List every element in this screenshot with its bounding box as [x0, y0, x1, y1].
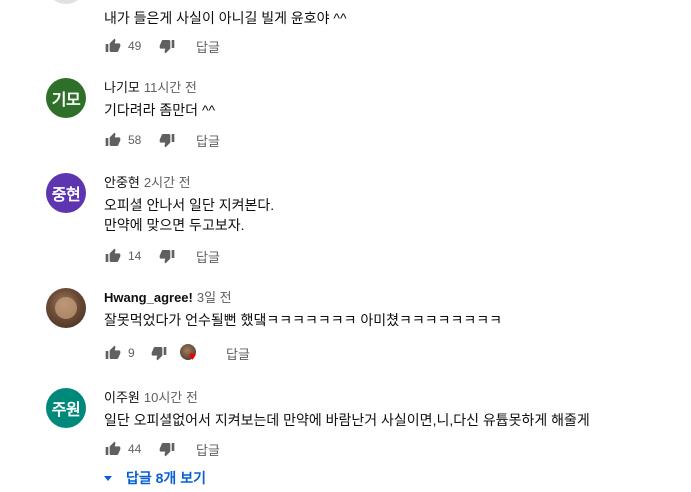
- like-count: 44: [128, 442, 142, 456]
- thumbs-down-icon: [159, 134, 175, 148]
- dislike-button[interactable]: [158, 247, 176, 265]
- comment-header: 안중현 2시간 전: [104, 175, 191, 191]
- author-name[interactable]: 안중현: [104, 175, 140, 190]
- comment-text: 내가 들은게 사실이 아니길 빌게 윤호야 ^^: [104, 10, 347, 26]
- comment-header: 이주원 10시간 전: [104, 390, 198, 406]
- comment-text: 기다려라 좀만더 ^^: [104, 102, 216, 118]
- avatar[interactable]: 중현: [46, 173, 86, 213]
- author-name[interactable]: 나기모: [104, 80, 140, 95]
- author-name[interactable]: Hwang_agree!: [104, 290, 193, 305]
- like-button[interactable]: [104, 440, 122, 458]
- avatar-initials: 중현: [51, 187, 81, 204]
- thumbs-up-icon: [105, 441, 121, 455]
- thumbs-up-icon: [105, 38, 121, 52]
- comment-actions: 14 답글: [104, 246, 220, 266]
- comment-text: 일단 오피셜없어서 지켜보는데 만약에 바람난거 사실이면,니,다신 유튭못하게…: [104, 412, 590, 428]
- like-count: 14: [128, 249, 142, 263]
- thumbs-up-icon: [105, 345, 121, 359]
- thumbs-down-icon: [159, 40, 175, 54]
- avatar-photo: [55, 297, 77, 319]
- timestamp[interactable]: 11시간 전: [144, 80, 197, 95]
- avatar[interactable]: 주원: [46, 388, 86, 428]
- comment-actions: 9 ♥ 답글: [104, 343, 250, 363]
- avatar-initials: 기모: [51, 92, 81, 109]
- avatar[interactable]: 기모: [46, 78, 86, 118]
- timestamp[interactable]: 10시간 전: [144, 390, 198, 405]
- thumbs-up-icon: [105, 248, 121, 262]
- dislike-button[interactable]: [158, 37, 176, 55]
- comment-header: 나기모 11시간 전: [104, 80, 197, 96]
- dislike-button[interactable]: [158, 131, 176, 149]
- like-count: 49: [128, 39, 142, 53]
- timestamp[interactable]: 2시간 전: [144, 175, 191, 190]
- reply-button[interactable]: 답글: [196, 440, 220, 459]
- like-count: 9: [128, 346, 135, 360]
- like-count: 58: [128, 133, 142, 147]
- thumbs-down-icon: [159, 250, 175, 264]
- comment-actions: 49 답글: [104, 36, 220, 56]
- dislike-button[interactable]: [150, 344, 168, 362]
- like-button[interactable]: [104, 37, 122, 55]
- author-name[interactable]: 이주원: [104, 390, 140, 405]
- avatar[interactable]: [46, 288, 86, 328]
- thumbs-up-icon: [105, 132, 121, 146]
- comment-header: Hwang_agree! 3일 전: [104, 290, 232, 306]
- comment-text: 잘못먹었다가 언수될뻔 했댘ㅋㅋㅋㅋㅋㅋㅋ 아미쳤ㅋㅋㅋㅋㅋㅋㅋㅋ: [104, 312, 503, 328]
- creator-heart-badge: ♥: [180, 344, 202, 362]
- view-replies-button[interactable]: 답글 8개 보기: [104, 468, 206, 488]
- thumbs-down-icon: [159, 443, 175, 457]
- heart-icon: ♥: [189, 349, 197, 363]
- comment-actions: 44 답글: [104, 439, 220, 459]
- view-replies-label: 답글 8개 보기: [126, 470, 206, 486]
- reply-button[interactable]: 답글: [196, 37, 220, 56]
- reply-button[interactable]: 답글: [226, 344, 250, 363]
- caret-down-icon: [104, 475, 112, 481]
- timestamp[interactable]: 3일 전: [197, 290, 232, 305]
- like-button[interactable]: [104, 344, 122, 362]
- like-button[interactable]: [104, 247, 122, 265]
- comment-text: 오피셜 안나서 일단 지켜본다. 만약에 맞으면 두고보자.: [104, 197, 275, 233]
- reply-button[interactable]: 답글: [196, 131, 220, 150]
- thumbs-down-icon: [151, 347, 167, 361]
- reply-button[interactable]: 답글: [196, 247, 220, 266]
- avatar[interactable]: [46, 0, 86, 4]
- like-button[interactable]: [104, 131, 122, 149]
- avatar-initials: 주원: [51, 402, 81, 419]
- comment-actions: 58 답글: [104, 130, 220, 150]
- dislike-button[interactable]: [158, 440, 176, 458]
